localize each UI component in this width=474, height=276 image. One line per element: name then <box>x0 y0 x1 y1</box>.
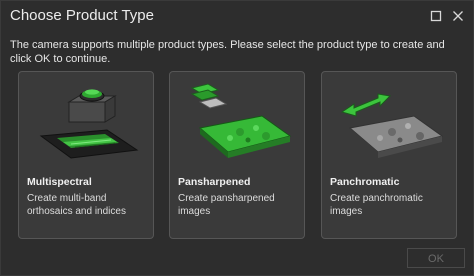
choose-product-type-dialog: Choose Product Type The camera supports … <box>0 0 474 276</box>
card-description: Create multi-band orthosaics and indices <box>27 193 126 217</box>
card-title: Panchromatic <box>330 176 400 188</box>
dialog-title: Choose Product Type <box>10 7 154 24</box>
panchromatic-card[interactable]: Panchromatic Create panchromatic images <box>321 71 457 239</box>
instructions-text: The camera supports multiple product typ… <box>10 39 445 65</box>
card-title: Multispectral <box>27 176 92 188</box>
panchromatic-icon <box>340 93 444 158</box>
close-icon[interactable] <box>449 7 467 25</box>
pansharpened-card[interactable]: Pansharpened Create pansharpened images <box>169 71 305 239</box>
card-description: Create panchromatic images <box>330 193 423 217</box>
title-bar: Choose Product Type <box>1 1 474 31</box>
pansharpened-icon <box>190 83 292 158</box>
multispectral-card[interactable]: Multispectral Create multi-band orthosai… <box>18 71 154 239</box>
card-description: Create pansharpened images <box>178 193 275 217</box>
ok-button[interactable]: OK <box>407 248 465 268</box>
card-title: Pansharpened <box>178 176 251 188</box>
multispectral-icon <box>39 89 139 159</box>
maximize-icon[interactable] <box>427 7 445 25</box>
